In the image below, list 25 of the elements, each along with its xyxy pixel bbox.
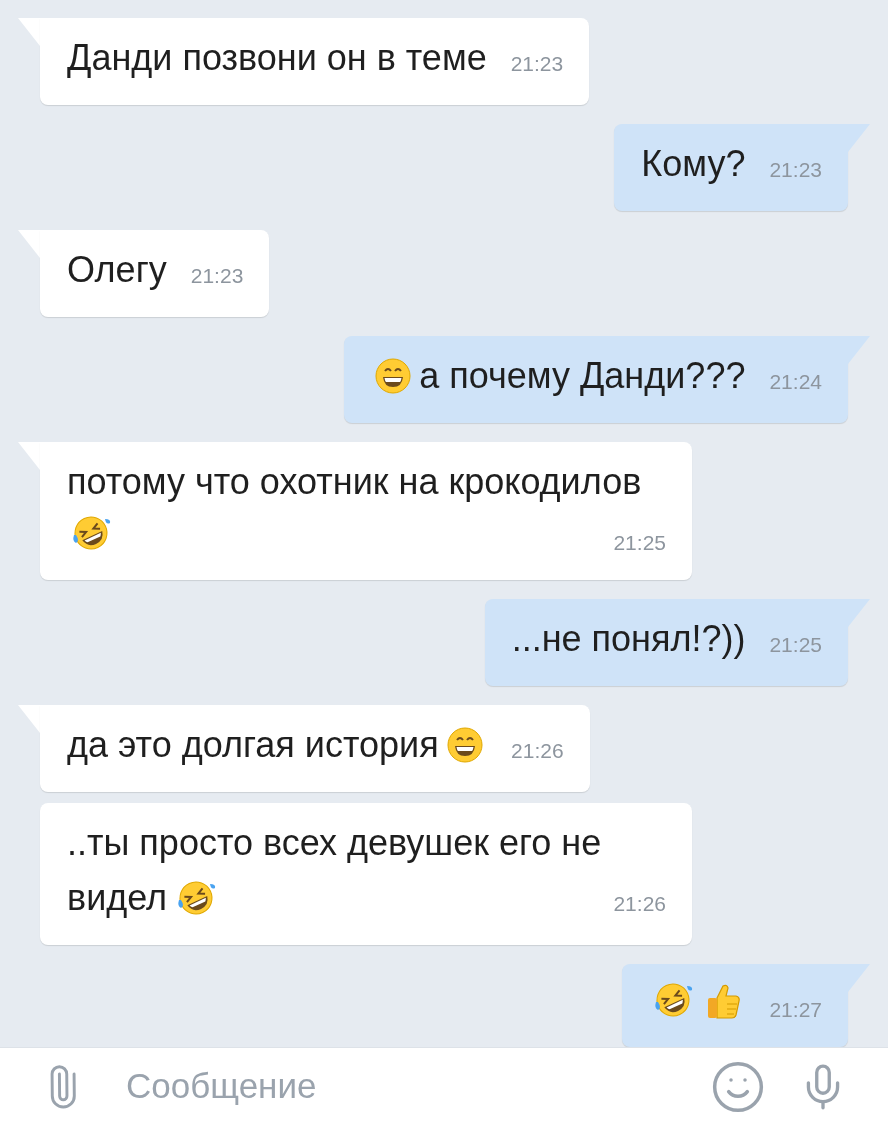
laughing-tears-emoji-icon — [653, 980, 693, 1020]
message-time: 21:24 — [769, 369, 822, 395]
laughing-tears-emoji-icon — [71, 513, 111, 553]
message-time: 21:23 — [190, 263, 244, 289]
message-text: Кому? — [641, 143, 746, 184]
grinning-emoji-icon — [447, 727, 484, 763]
message-time: 21:25 — [613, 530, 666, 556]
message-text: ...не понял!?)) — [511, 618, 746, 659]
message-text: а почему Данди??? — [419, 355, 746, 396]
message-text: Данди позвони он в теме — [67, 37, 487, 78]
message-time: 21:23 — [769, 157, 822, 183]
message-text: потому что охотник на крокодилов — [67, 461, 642, 502]
laughing-tears-emoji-icon — [175, 878, 216, 918]
message-text: да это долгая история — [67, 724, 439, 765]
message-time: 21:25 — [769, 632, 822, 658]
grinning-emoji-icon — [374, 358, 411, 394]
message-time: 21:23 — [510, 51, 564, 77]
message-input[interactable]: Сообщение — [126, 1060, 710, 1113]
message-time: 21:27 — [769, 997, 822, 1023]
message-text: видел — [67, 877, 168, 918]
message-text: ..ты просто всех девушек его не — [67, 822, 602, 863]
message-time: 21:26 — [511, 738, 564, 764]
message-text: Олегу — [67, 249, 167, 290]
composer-bar[interactable]: Сообщение — [0, 1047, 888, 1125]
message-time: 21:26 — [613, 891, 666, 917]
